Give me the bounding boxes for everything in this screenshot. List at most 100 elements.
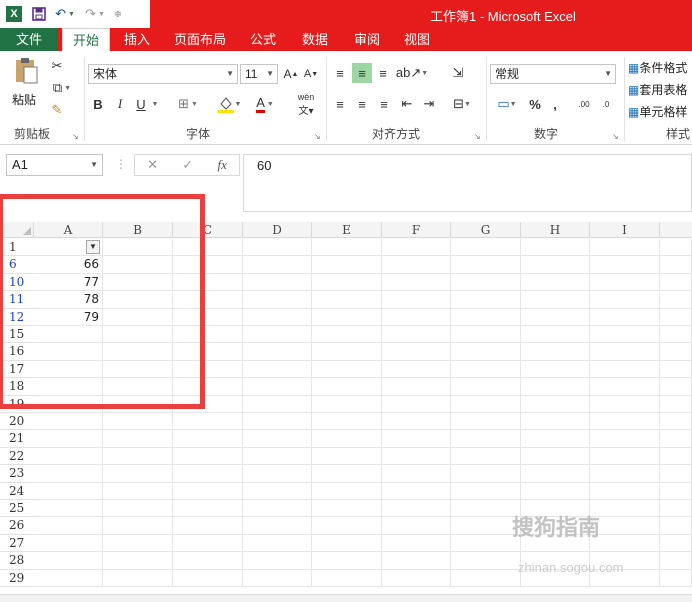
grid-cell[interactable] (660, 413, 692, 431)
grid-cell[interactable] (382, 569, 451, 587)
grid-cell[interactable] (451, 395, 521, 413)
grid-cell[interactable] (451, 447, 521, 466)
grid-cell[interactable] (382, 517, 451, 535)
column-header-d[interactable]: D (243, 222, 312, 238)
comma-style-button[interactable]: , (548, 95, 562, 113)
formula-input[interactable]: 60 (243, 154, 692, 212)
phonetic-guide-icon[interactable]: wén 文▾ (290, 92, 322, 117)
grid-cell[interactable] (243, 447, 312, 466)
insert-function-icon[interactable]: fx (217, 157, 226, 173)
customize-qat-icon[interactable]: ≑ (110, 3, 126, 25)
grid-cell[interactable] (312, 256, 382, 274)
grid-cell[interactable] (173, 552, 243, 570)
grid-cell[interactable] (660, 569, 692, 587)
grid-cell[interactable] (243, 395, 312, 413)
grid-cell[interactable] (243, 413, 312, 431)
row-header[interactable]: 28 (0, 552, 34, 570)
cell-a[interactable] (34, 534, 103, 553)
grid-cell[interactable] (521, 273, 590, 292)
grid-cell[interactable] (243, 500, 312, 518)
fill-color-icon[interactable]: ▼ (214, 95, 244, 113)
grid-cell[interactable] (243, 552, 312, 570)
number-launcher-icon[interactable]: ↘ (612, 132, 619, 141)
grid-cell[interactable] (660, 343, 692, 361)
grid-cell[interactable] (312, 413, 382, 431)
grid-cell[interactable] (382, 378, 451, 396)
chevron-down-icon[interactable]: ▼ (150, 95, 160, 113)
grid-cell[interactable] (173, 517, 243, 535)
grid-cell[interactable] (382, 239, 451, 257)
grid-cell[interactable] (312, 291, 382, 309)
align-left-icon[interactable]: ≡ (331, 95, 349, 113)
cell-a[interactable] (34, 552, 103, 570)
grid-cell[interactable] (382, 273, 451, 292)
grid-cell[interactable] (103, 534, 173, 553)
grid-cell[interactable] (243, 273, 312, 292)
grid-cell[interactable] (312, 378, 382, 396)
grid-cell[interactable] (521, 482, 590, 500)
row-header[interactable]: 26 (0, 517, 34, 535)
grid-cell[interactable] (660, 326, 692, 344)
grid-cell[interactable] (451, 500, 521, 518)
grid-cell[interactable] (382, 430, 451, 448)
grid-cell[interactable] (590, 500, 660, 518)
grid-cell[interactable] (312, 482, 382, 500)
grid-cell[interactable] (382, 256, 451, 274)
grid-cell[interactable] (451, 413, 521, 431)
grid-cell[interactable] (382, 395, 451, 413)
grid-cell[interactable] (312, 343, 382, 361)
grid-cell[interactable] (590, 465, 660, 483)
grid-cell[interactable] (243, 517, 312, 535)
grid-cell[interactable] (312, 534, 382, 553)
redo-icon[interactable]: ↷ ▼ (80, 3, 110, 25)
grid-cell[interactable] (451, 343, 521, 361)
row-header[interactable]: 27 (0, 535, 34, 553)
grid-cell[interactable] (660, 534, 692, 553)
column-header-i[interactable]: I (590, 222, 660, 238)
bottom-align-icon[interactable]: ≡ (374, 63, 392, 83)
column-header-e[interactable]: E (312, 222, 382, 238)
grid-cell[interactable] (312, 517, 382, 535)
column-header-j[interactable] (660, 222, 692, 238)
grid-cell[interactable] (590, 239, 660, 257)
grid-cell[interactable] (660, 517, 692, 535)
grid-cell[interactable] (660, 447, 692, 466)
align-center-icon[interactable]: ≡ (353, 95, 371, 113)
grid-cell[interactable] (590, 395, 660, 413)
grid-cell[interactable] (590, 482, 660, 500)
grid-cell[interactable] (382, 413, 451, 431)
grid-cell[interactable] (451, 308, 521, 326)
grid-cell[interactable] (590, 273, 660, 292)
grow-font-button[interactable]: A ▲ (282, 65, 300, 83)
grid-cell[interactable] (312, 326, 382, 344)
grid-cell[interactable] (521, 256, 590, 274)
grid-cell[interactable] (521, 291, 590, 309)
tab-page-layout[interactable]: 页面布局 (164, 28, 236, 51)
grid-cell[interactable] (451, 360, 521, 379)
grid-cell[interactable] (660, 378, 692, 396)
font-color-icon[interactable]: A ▼ (250, 95, 280, 113)
grid-cell[interactable] (243, 291, 312, 309)
grid-cell[interactable] (312, 239, 382, 257)
accounting-format-icon[interactable]: ▭ ▼ (492, 95, 522, 113)
grid-cell[interactable] (382, 343, 451, 361)
tab-view[interactable]: 视图 (394, 28, 440, 51)
underline-button[interactable]: U (133, 95, 149, 113)
top-align-icon[interactable]: ≡ (331, 63, 349, 83)
grid-cell[interactable] (382, 465, 451, 483)
grid-cell[interactable] (173, 534, 243, 553)
grid-cell[interactable] (521, 430, 590, 448)
grid-cell[interactable] (103, 447, 173, 466)
grid-cell[interactable] (660, 500, 692, 518)
grid-cell[interactable] (590, 517, 660, 535)
tab-review[interactable]: 审阅 (344, 28, 390, 51)
grid-cell[interactable] (590, 534, 660, 553)
grid-cell[interactable] (451, 256, 521, 274)
grid-cell[interactable] (382, 308, 451, 326)
grid-cell[interactable] (173, 465, 243, 483)
grid-cell[interactable] (590, 447, 660, 466)
grid-cell[interactable] (660, 239, 692, 257)
row-header[interactable]: 20 (0, 413, 34, 431)
alignment-launcher-icon[interactable]: ↘ (474, 132, 481, 141)
grid-cell[interactable] (660, 291, 692, 309)
